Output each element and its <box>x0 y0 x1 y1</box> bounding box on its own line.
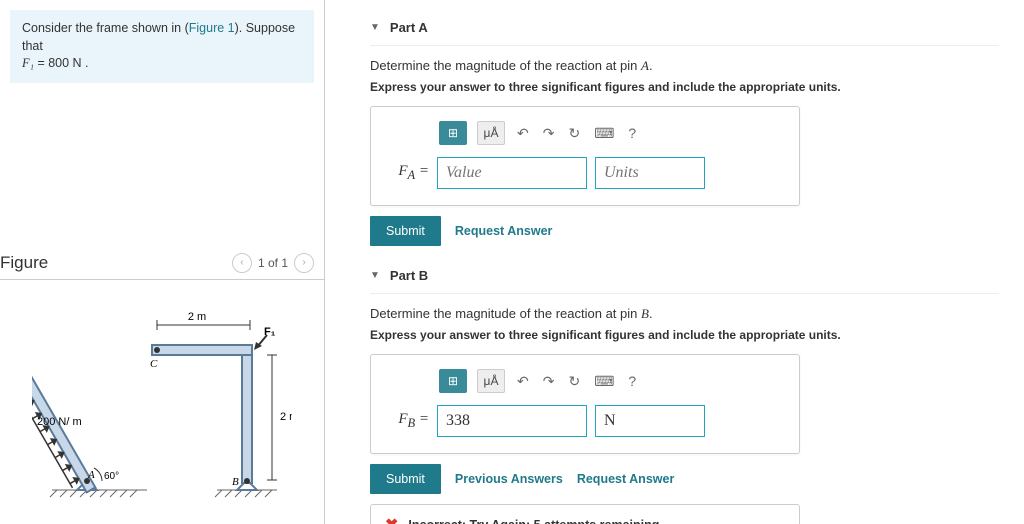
part-b-prompt-pre: Determine the magnitude of the reaction … <box>370 306 641 321</box>
part-a-answer-box: ⊞ μÅ ↶ ↷ ↻ ⌨ ? FA = <box>370 106 800 206</box>
part-a: ▼ Part A Determine the magnitude of the … <box>370 20 999 246</box>
part-a-units-input[interactable] <box>595 157 705 189</box>
pin-c-label: C <box>150 358 158 370</box>
problem-statement: Consider the frame shown in (Figure 1). … <box>10 10 314 83</box>
feedback-text: Incorrect; Try Again; 5 attempts remaini… <box>408 518 659 524</box>
keyboard-icon[interactable]: ⌨ <box>592 373 616 390</box>
special-char-icon[interactable]: μÅ <box>477 369 505 393</box>
part-b-feedback: ✖ Incorrect; Try Again; 5 attempts remai… <box>370 504 800 524</box>
collapse-icon[interactable]: ▼ <box>370 22 380 33</box>
force-label: F₁ <box>264 326 276 338</box>
part-b-answer-box: ⊞ μÅ ↶ ↷ ↻ ⌨ ? FB = <box>370 354 800 454</box>
figure-counter: 1 of 1 <box>258 256 288 270</box>
part-b-submit-button[interactable]: Submit <box>370 464 441 494</box>
special-char-icon[interactable]: μÅ <box>477 121 505 145</box>
reset-icon[interactable]: ↻ <box>566 373 582 390</box>
reset-icon[interactable]: ↻ <box>566 125 582 142</box>
given-eq: = 800 N . <box>34 56 89 70</box>
figure-link[interactable]: Figure 1 <box>189 21 235 35</box>
keyboard-icon[interactable]: ⌨ <box>592 125 616 142</box>
figure-next-button[interactable]: › <box>294 253 314 273</box>
part-b-prompt-post: . <box>649 306 653 321</box>
part-a-title: Part A <box>390 20 428 35</box>
part-a-prompt-var: A <box>641 58 649 73</box>
part-b: ▼ Part B Determine the magnitude of the … <box>370 268 999 524</box>
part-b-prompt-var: B <box>641 306 649 321</box>
problem-text-pre: Consider the frame shown in ( <box>22 21 189 35</box>
redo-icon[interactable]: ↷ <box>541 373 557 390</box>
pin-a-label: A <box>87 469 95 481</box>
figure-nav: ‹ 1 of 1 › <box>232 253 314 273</box>
collapse-icon[interactable]: ▼ <box>370 270 380 281</box>
part-a-var-label: FA = <box>389 163 429 183</box>
part-b-title: Part B <box>390 268 428 283</box>
part-a-prompt-pre: Determine the magnitude of the reaction … <box>370 58 641 73</box>
given-var: F₁ <box>22 56 34 70</box>
part-b-units-input[interactable] <box>595 405 705 437</box>
part-a-request-answer-link[interactable]: Request Answer <box>455 224 552 238</box>
pin-b-label: B <box>232 476 239 488</box>
dim-top: 2 m <box>188 311 206 323</box>
part-b-instruction: Express your answer to three significant… <box>370 328 999 342</box>
part-a-submit-button[interactable]: Submit <box>370 216 441 246</box>
figure-prev-button[interactable]: ‹ <box>232 253 252 273</box>
part-b-var-label: FB = <box>389 411 429 431</box>
templates-icon[interactable]: ⊞ <box>439 369 467 393</box>
part-a-value-input[interactable] <box>437 157 587 189</box>
frame-diagram: 2 m 2 m 200 N/ m F₁ 60° A B C <box>32 295 292 505</box>
figure-title: Figure <box>0 253 48 273</box>
dim-right: 2 m <box>280 411 292 423</box>
figure-body: 2 m 2 m 200 N/ m F₁ 60° A B C <box>0 280 324 505</box>
incorrect-icon: ✖ <box>385 515 398 524</box>
undo-icon[interactable]: ↶ <box>515 125 531 142</box>
help-icon[interactable]: ? <box>626 125 638 141</box>
part-b-request-answer-link[interactable]: Request Answer <box>577 472 674 486</box>
part-a-instruction: Express your answer to three significant… <box>370 80 999 94</box>
part-b-previous-answers-link[interactable]: Previous Answers <box>455 472 563 486</box>
help-icon[interactable]: ? <box>626 373 638 389</box>
templates-icon[interactable]: ⊞ <box>439 121 467 145</box>
part-a-prompt-post: . <box>649 58 653 73</box>
undo-icon[interactable]: ↶ <box>515 373 531 390</box>
part-b-value-input[interactable] <box>437 405 587 437</box>
load-label: 200 N/ m <box>37 416 82 428</box>
redo-icon[interactable]: ↷ <box>541 125 557 142</box>
angle-label: 60° <box>104 471 119 482</box>
